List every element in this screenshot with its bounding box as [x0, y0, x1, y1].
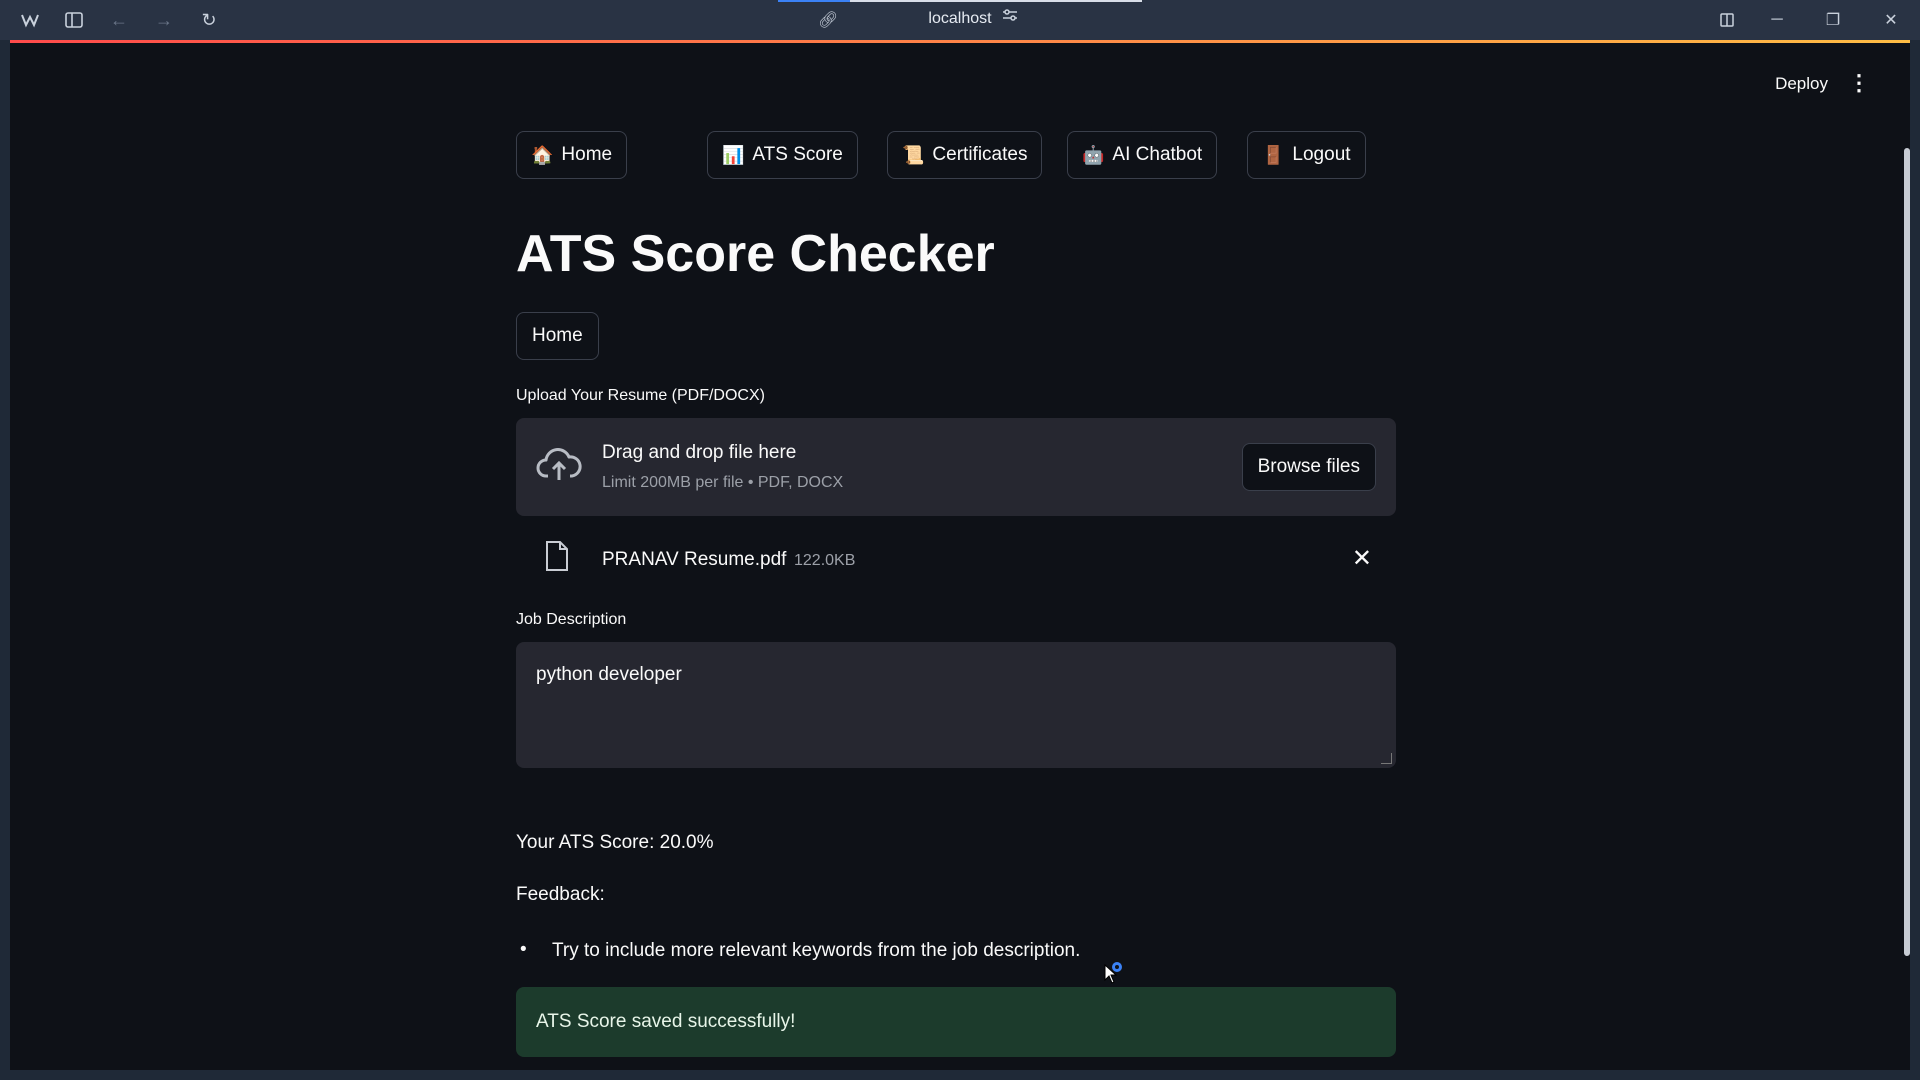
file-icon	[544, 540, 570, 577]
app-viewport: Deploy ⋮ 🏠 Home 📊 ATS Score 📜 Certificat…	[10, 40, 1910, 1070]
feedback-item-text: Try to include more relevant keywords fr…	[552, 940, 1081, 961]
nav-ats-score-label: ATS Score	[752, 144, 843, 165]
house-icon: 🏠	[531, 144, 554, 165]
nav-certificates-button[interactable]: 📜 Certificates	[887, 131, 1043, 179]
ats-score-text: Your ATS Score: 20.0%	[516, 832, 714, 853]
nav-ai-chatbot-button[interactable]: 🤖 AI Chatbot	[1067, 131, 1218, 179]
dropzone-limit-text: Limit 200MB per file • PDF, DOCX	[602, 474, 844, 491]
nav-logout-label: Logout	[1292, 144, 1351, 165]
upload-label: Upload Your Resume (PDF/DOCX)	[516, 387, 765, 404]
sidebar-toggle-icon[interactable]	[60, 8, 88, 32]
back-arrow-icon[interactable]: ←	[105, 8, 133, 32]
home-button[interactable]: Home	[516, 312, 599, 360]
door-icon: 🚪	[1262, 144, 1285, 165]
site-settings-icon[interactable]	[1002, 8, 1018, 27]
main-menu-icon[interactable]: ⋮	[1848, 70, 1870, 96]
scroll-icon: 📜	[902, 144, 925, 165]
browse-files-button[interactable]: Browse files	[1241, 443, 1376, 491]
browser-titlebar: ← → ↻ 🔗︎ localhost ─ ❐ ✕	[0, 0, 1920, 40]
file-size: 122.0KB	[794, 552, 856, 569]
address-bar[interactable]: 🔗︎ localhost	[778, 0, 1142, 40]
nav-ai-chatbot-label: AI Chatbot	[1112, 144, 1203, 165]
file-dropzone[interactable]: Drag and drop file here Limit 200MB per …	[516, 418, 1396, 516]
nav-home-label: Home	[561, 144, 613, 165]
job-description-value: python developer	[536, 664, 682, 685]
feedback-label: Feedback:	[516, 884, 605, 905]
page-load-progress	[778, 0, 1142, 2]
close-window-icon[interactable]: ✕	[1875, 8, 1907, 32]
browser-logo-icon[interactable]	[16, 8, 44, 32]
bullet-icon: •	[520, 939, 527, 960]
success-alert: ATS Score saved successfully!	[516, 987, 1396, 1057]
nav-certificates-label: Certificates	[932, 144, 1028, 165]
reload-icon[interactable]: ↻	[195, 8, 223, 32]
page-title: ATS Score Checker	[516, 225, 995, 283]
forward-arrow-icon[interactable]: →	[150, 8, 178, 32]
job-description-label: Job Description	[516, 611, 627, 628]
nav-logout-button[interactable]: 🚪 Logout	[1247, 131, 1366, 179]
chart-icon: 📊	[722, 144, 745, 165]
header-decoration-bar	[10, 40, 1910, 43]
nav-ats-score-button[interactable]: 📊 ATS Score	[707, 131, 858, 179]
uploaded-file-row: PRANAV Resume.pdf 122.0KB ✕	[516, 530, 1396, 590]
file-name: PRANAV Resume.pdf	[602, 549, 787, 570]
resize-handle-icon[interactable]	[1381, 753, 1392, 764]
remove-file-icon[interactable]: ✕	[1352, 544, 1372, 573]
cloud-upload-icon	[536, 446, 582, 487]
window-bottom-border	[0, 1070, 1920, 1080]
restore-icon[interactable]: ❐	[1817, 8, 1849, 32]
split-view-icon[interactable]	[1711, 8, 1743, 32]
nav-home-button[interactable]: 🏠 Home	[516, 131, 628, 179]
robot-icon: 🤖	[1082, 144, 1105, 165]
scrollbar[interactable]	[1904, 148, 1910, 956]
job-description-input[interactable]: python developer	[516, 642, 1396, 768]
success-message: ATS Score saved successfully!	[536, 1011, 796, 1032]
url-text[interactable]: localhost	[778, 10, 1142, 28]
deploy-button[interactable]: Deploy	[1775, 74, 1828, 94]
minimize-icon[interactable]: ─	[1761, 8, 1793, 32]
dropzone-title: Drag and drop file here	[602, 442, 797, 463]
mouse-cursor-icon	[1104, 963, 1118, 989]
